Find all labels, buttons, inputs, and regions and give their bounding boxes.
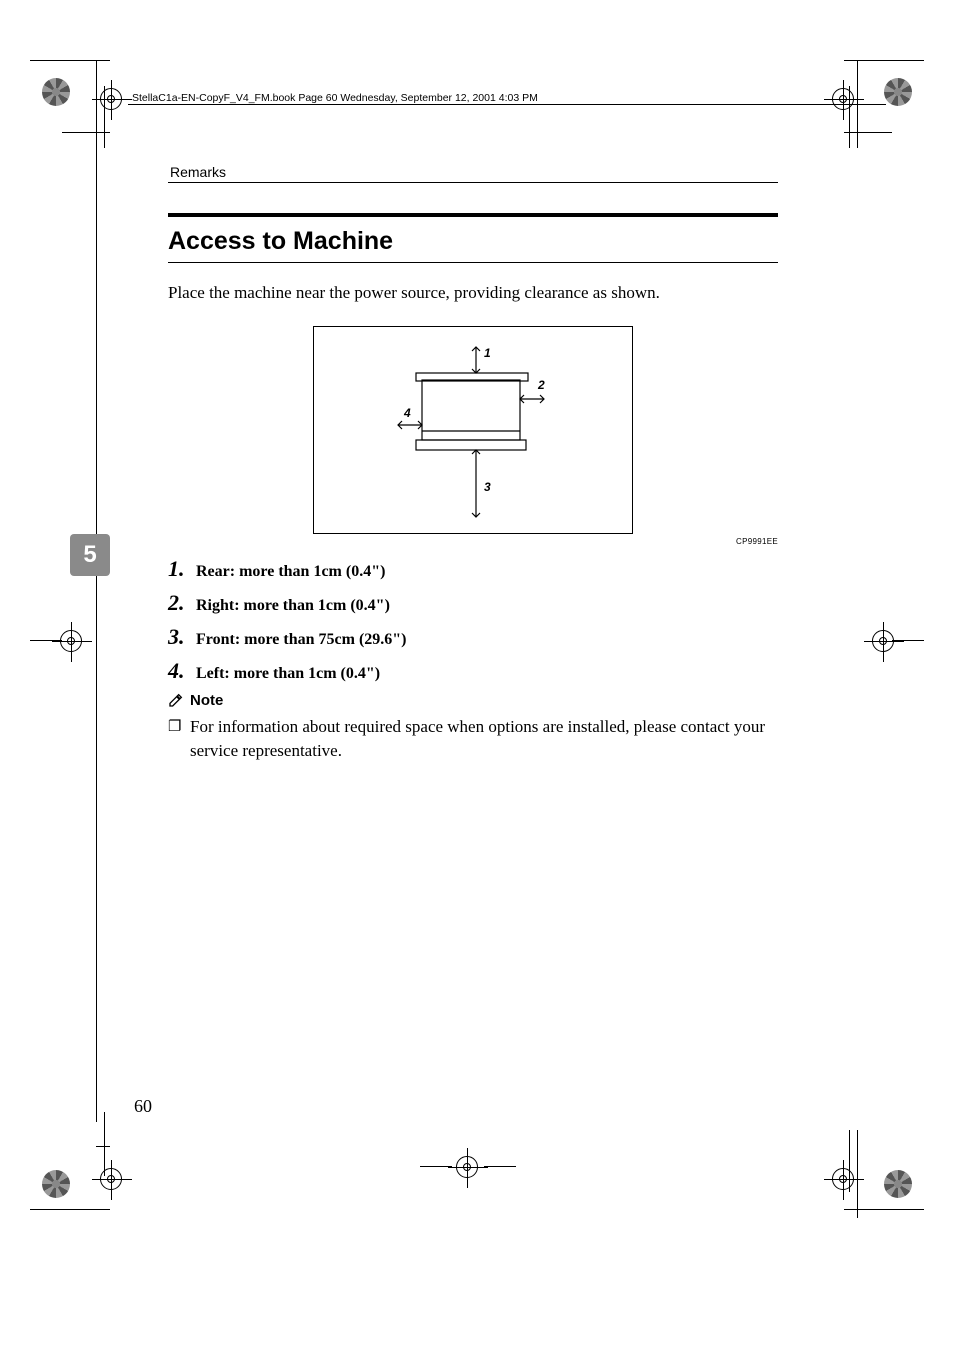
pencil-icon: [168, 692, 184, 708]
printers-mark-line: [849, 1130, 850, 1192]
printers-mark-line: [96, 132, 110, 133]
printers-mark-line: [104, 1112, 105, 1176]
list-text: Rear: more than 1cm (0.4"): [196, 563, 385, 581]
printers-mark-screw-icon: [884, 78, 912, 106]
registration-mark-icon: [832, 1168, 854, 1190]
printers-mark-line: [30, 1209, 110, 1210]
page-title: Access to Machine: [168, 227, 778, 256]
chapter-tab: 5: [70, 534, 110, 576]
list-item: 2Right: more than 1cm (0.4"): [168, 590, 778, 616]
clearance-diagram: 1 2 3: [168, 326, 778, 534]
lead-paragraph: Place the machine near the power source,…: [168, 281, 778, 306]
list-number: 3: [168, 624, 196, 650]
printers-mark-line: [104, 86, 105, 148]
printers-mark-line: [96, 1146, 110, 1147]
printers-mark-line: [30, 60, 110, 61]
list-text: Right: more than 1cm (0.4"): [196, 597, 390, 615]
running-head: Remarks: [168, 164, 778, 183]
registration-mark-icon: [872, 630, 894, 652]
printers-mark-line: [30, 640, 62, 641]
list-number: 1: [168, 556, 196, 582]
list-text: Front: more than 75cm (29.6"): [196, 631, 406, 649]
printers-mark-line: [96, 60, 97, 1122]
registration-mark-icon: [456, 1156, 478, 1178]
note-body: ❐ For information about required space w…: [168, 715, 778, 764]
book-source-header: StellaC1a-EN-CopyF_V4_FM.book Page 60 We…: [132, 92, 538, 104]
title-rule-thin: [168, 262, 778, 263]
diagram-label-left: 4: [403, 406, 411, 420]
book-source-underline: [128, 104, 886, 105]
diagram-caption: CP9991EE: [736, 537, 778, 546]
printers-mark-screw-icon: [42, 78, 70, 106]
printers-mark-screw-icon: [42, 1170, 70, 1198]
list-item: 1Rear: more than 1cm (0.4"): [168, 556, 778, 582]
page-number: 60: [134, 1096, 152, 1117]
note-text: For information about required space whe…: [190, 715, 778, 764]
registration-mark-icon: [60, 630, 82, 652]
printers-mark-screw-icon: [884, 1170, 912, 1198]
note-bullet-icon: ❐: [168, 715, 190, 764]
printers-mark-line: [420, 1166, 452, 1167]
registration-mark-icon: [832, 88, 854, 110]
list-text: Left: more than 1cm (0.4"): [196, 665, 380, 683]
printers-mark-line: [849, 86, 850, 148]
list-number: 4: [168, 658, 196, 684]
clearance-list: 1Rear: more than 1cm (0.4") 2Right: more…: [168, 556, 778, 684]
diagram-label-top: 1: [484, 346, 491, 360]
clearance-diagram-svg: 1 2 3: [358, 335, 588, 525]
printers-mark-line: [857, 1130, 858, 1218]
printers-mark-line: [484, 1166, 516, 1167]
list-number: 2: [168, 590, 196, 616]
list-item: 3Front: more than 75cm (29.6"): [168, 624, 778, 650]
printers-mark-line: [892, 640, 924, 641]
list-item: 4Left: more than 1cm (0.4"): [168, 658, 778, 684]
printers-mark-line: [844, 132, 892, 133]
page-content: Remarks Access to Machine Place the mach…: [168, 164, 778, 764]
note-heading: Note: [168, 692, 778, 709]
note-heading-text: Note: [190, 692, 223, 709]
diagram-label-bottom: 3: [484, 480, 491, 494]
title-rule-thick: [168, 213, 778, 217]
printers-mark-line: [844, 1209, 924, 1210]
printers-mark-line: [844, 60, 924, 61]
diagram-label-right: 2: [537, 378, 545, 392]
